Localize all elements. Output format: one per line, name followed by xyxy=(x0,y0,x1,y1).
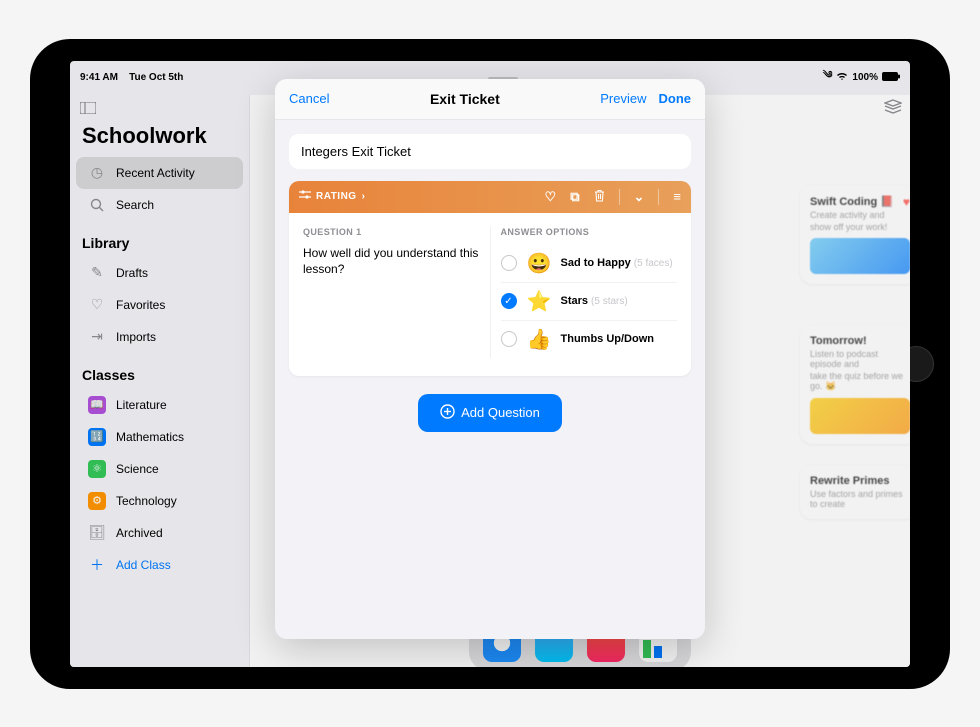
question-type-bar: RATING › ♡ ⧉ ⌄ xyxy=(289,181,691,213)
grinning-face-icon: 😀 xyxy=(527,251,551,276)
chevron-right-icon: › xyxy=(362,191,366,202)
type-label: RATING xyxy=(316,191,357,202)
option-sublabel: (5 stars) xyxy=(591,296,628,307)
done-button[interactable]: Done xyxy=(659,91,692,106)
modal-header: Cancel Exit Ticket Preview Done xyxy=(275,79,705,120)
copy-icon[interactable]: ⧉ xyxy=(570,189,579,205)
chevron-down-icon[interactable]: ⌄ xyxy=(634,189,645,205)
question-card: RATING › ♡ ⧉ ⌄ xyxy=(289,181,691,376)
radio-unchecked[interactable] xyxy=(501,255,517,271)
exit-ticket-modal: Cancel Exit Ticket Preview Done Integers… xyxy=(275,79,705,639)
add-question-label: Add Question xyxy=(461,405,540,420)
separator xyxy=(619,189,620,205)
answer-option-stars[interactable]: ✓ ⭐ Stars(5 stars) xyxy=(501,283,678,321)
star-icon: ⭐ xyxy=(527,289,551,314)
answer-options-label: ANSWER OPTIONS xyxy=(501,227,678,237)
option-label: Stars xyxy=(561,295,589,307)
radio-checked[interactable]: ✓ xyxy=(501,293,517,309)
sliders-icon xyxy=(299,190,311,203)
question-type-selector[interactable]: RATING › xyxy=(299,190,365,203)
modal-backdrop: Cancel Exit Ticket Preview Done Integers… xyxy=(70,61,910,667)
answer-option-thumbs[interactable]: 👍 Thumbs Up/Down xyxy=(501,321,678,358)
thumbs-up-icon: 👍 xyxy=(527,327,551,352)
separator xyxy=(658,189,659,205)
assignment-title-field[interactable]: Integers Exit Ticket xyxy=(289,134,691,169)
favorite-icon[interactable]: ♡ xyxy=(545,189,557,205)
question-text[interactable]: How well did you understand this lesson? xyxy=(303,245,480,279)
plus-circle-icon xyxy=(440,404,455,422)
preview-button[interactable]: Preview xyxy=(600,91,646,106)
question-number-label: QUESTION 1 xyxy=(303,227,480,237)
modal-title: Exit Ticket xyxy=(430,91,500,107)
option-label: Thumbs Up/Down xyxy=(561,333,655,345)
radio-unchecked[interactable] xyxy=(501,331,517,347)
option-label: Sad to Happy xyxy=(561,257,631,269)
option-sublabel: (5 faces) xyxy=(634,258,673,269)
reorder-icon[interactable]: ≡ xyxy=(673,189,681,204)
cancel-button[interactable]: Cancel xyxy=(289,91,329,106)
screen: 9:41 AM Tue Oct 5th ༄ 100% xyxy=(70,61,910,667)
add-question-button[interactable]: Add Question xyxy=(418,394,562,432)
answer-option-sad-to-happy[interactable]: 😀 Sad to Happy(5 faces) xyxy=(501,245,678,283)
ipad-frame: 9:41 AM Tue Oct 5th ༄ 100% xyxy=(30,39,950,689)
trash-icon[interactable] xyxy=(594,189,605,205)
